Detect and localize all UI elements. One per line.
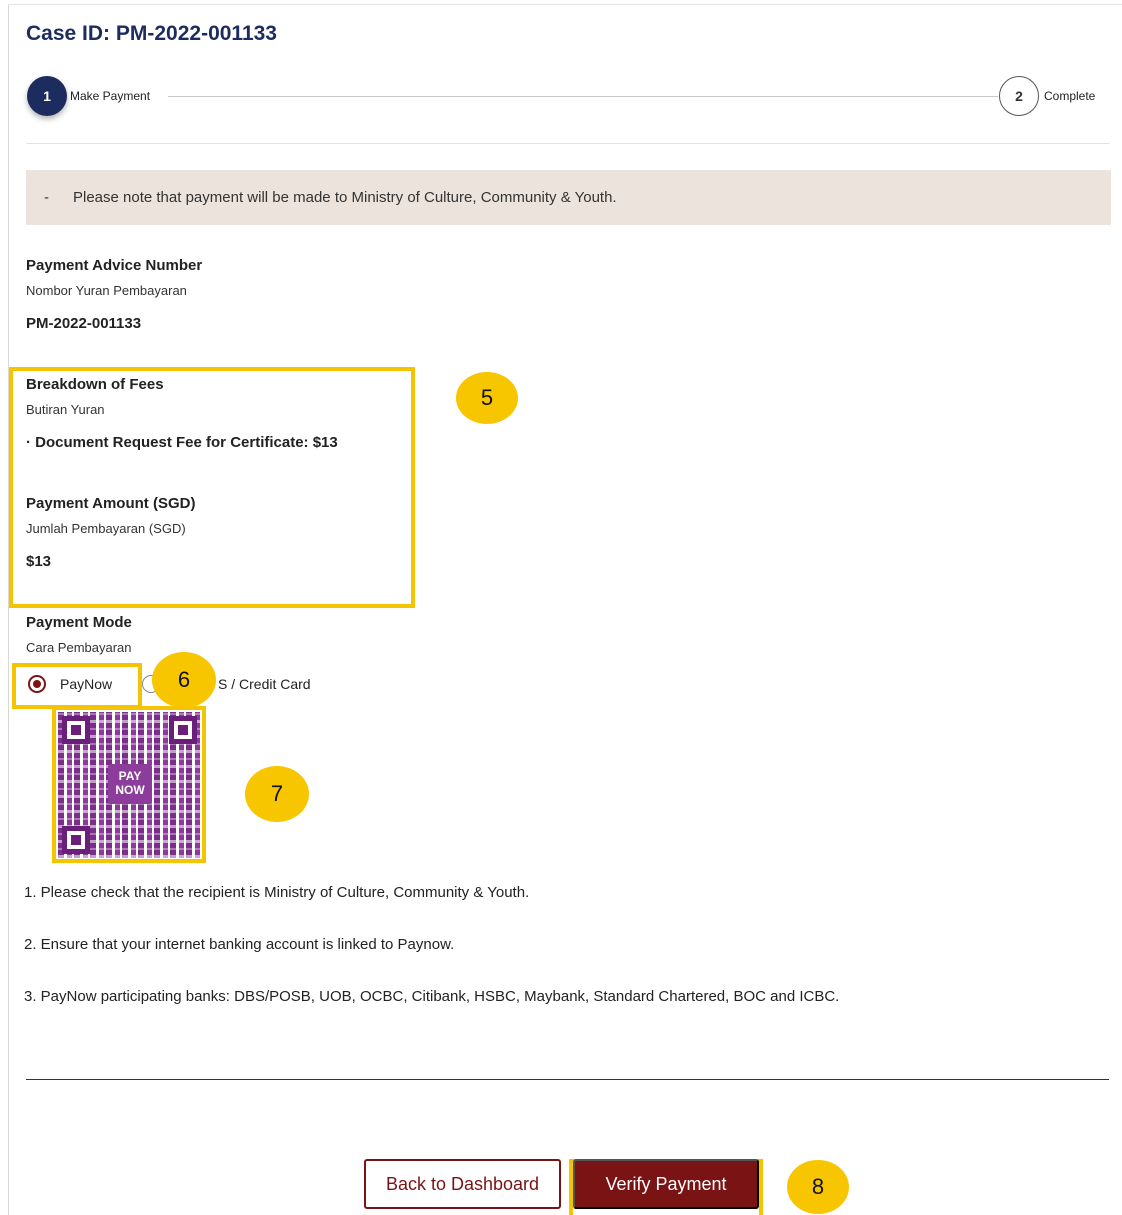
step-2-indicator: 2 <box>999 76 1039 116</box>
case-title: Case ID: PM-2022-001133 <box>26 22 277 45</box>
page-frame-left <box>8 4 9 1215</box>
annotation-badge-6: 6 <box>152 652 216 708</box>
fees-sublabel: Butiran Yuran <box>26 402 105 417</box>
payment-advice-value: PM-2022-001133 <box>26 315 142 332</box>
annotation-badge-7: 7 <box>245 766 309 822</box>
notice-bullet: - <box>44 189 49 206</box>
payment-amount-label: Payment Amount (SGD) <box>26 495 196 512</box>
card-option-label: S / Credit Card <box>218 676 311 692</box>
notice-text: Please note that payment will be made to… <box>73 189 617 206</box>
step-2-label: Complete <box>1044 89 1104 103</box>
payment-notice: - Please note that payment will be made … <box>26 170 1111 225</box>
step-1-indicator: 1 <box>27 76 67 116</box>
payment-advice-sublabel: Nombor Yuran Pembayaran <box>26 283 187 298</box>
page-frame-top <box>8 4 1122 5</box>
verify-payment-button[interactable]: Verify Payment <box>573 1159 759 1209</box>
payment-mode-label: Payment Mode <box>26 614 132 631</box>
payment-advice-label: Payment Advice Number <box>26 257 203 274</box>
payment-amount-sublabel: Jumlah Pembayaran (SGD) <box>26 521 186 536</box>
payment-mode-sublabel: Cara Pembayaran <box>26 640 132 655</box>
footer-divider <box>26 1079 1109 1080</box>
annotation-badge-5: 5 <box>456 372 518 424</box>
paynow-highlight-box <box>12 663 142 709</box>
fees-label: Breakdown of Fees <box>26 376 164 393</box>
header-divider <box>26 143 1110 144</box>
instruction-2: 2. Ensure that your internet banking acc… <box>24 936 455 953</box>
fee-item: · Document Request Fee for Certificate: … <box>26 434 338 451</box>
stepper-line <box>168 96 998 97</box>
paynow-logo-icon: PAY NOW <box>108 764 152 804</box>
step-1-label: Make Payment <box>70 89 159 103</box>
paynow-qr-code-icon: PAY NOW <box>58 712 201 858</box>
instruction-1: 1. Please check that the recipient is Mi… <box>24 884 530 901</box>
payment-amount-value: $13 <box>26 553 52 570</box>
back-to-dashboard-button[interactable]: Back to Dashboard <box>364 1159 561 1209</box>
instruction-3: 3. PayNow participating banks: DBS/POSB,… <box>24 988 840 1005</box>
annotation-badge-8: 8 <box>787 1160 849 1214</box>
